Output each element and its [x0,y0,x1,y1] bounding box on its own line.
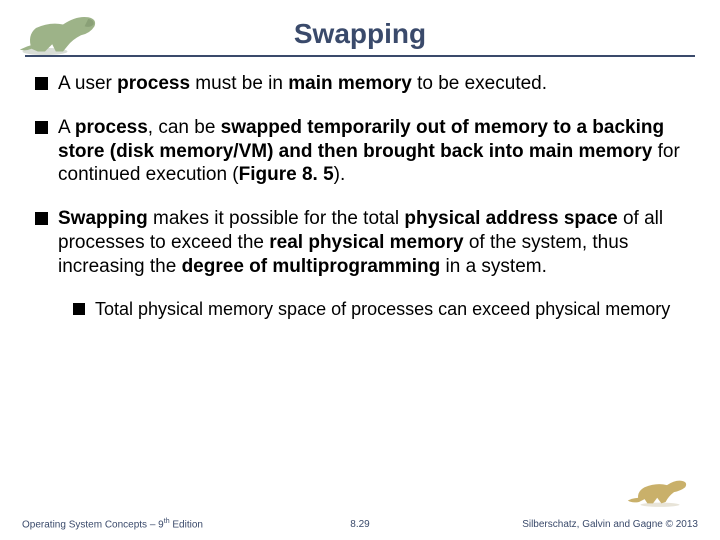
footer-slide-number: 8.29 [350,519,369,530]
dinosaur-icon [625,468,695,510]
bullet-item: A process, can be swapped temporarily ou… [35,116,690,187]
content-area: A user process must be in main memory to… [35,72,690,321]
bullet-text: Total physical memory space of processes… [95,298,670,321]
bullet-marker-icon [35,121,48,134]
bullet-marker-icon [73,303,85,315]
page-title: Swapping [0,18,720,50]
bullet-text: A user process must be in main memory to… [58,72,547,96]
bullet-marker-icon [35,77,48,90]
bullet-text: Swapping makes it possible for the total… [58,207,690,278]
bullet-text: A process, can be swapped temporarily ou… [58,116,690,187]
bullet-item: A user process must be in main memory to… [35,72,690,96]
footer-authors: Silberschatz, Galvin and Gagne © 2013 [522,519,698,530]
footer-book-prefix: Operating System Concepts – 9 [22,519,164,530]
title-underline [25,55,695,57]
bullet-marker-icon [35,212,48,225]
sub-bullet-item: Total physical memory space of processes… [73,298,690,321]
footer-left: Operating System Concepts – 9th Edition [22,518,203,530]
slide: Swapping A user process must be in main … [0,0,720,540]
bullet-item: Swapping makes it possible for the total… [35,207,690,278]
footer-book-suffix: Edition [170,519,203,530]
